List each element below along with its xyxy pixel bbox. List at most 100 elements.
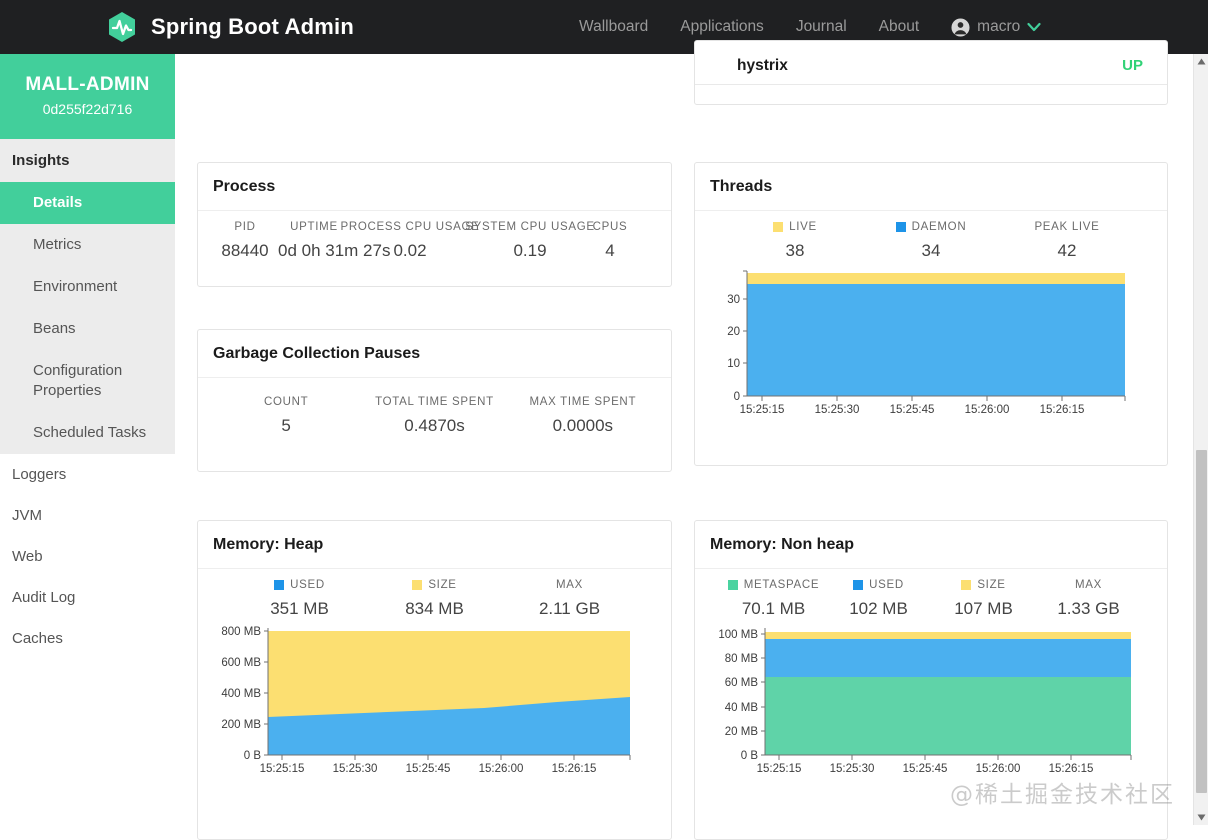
stat-value: 38 xyxy=(727,241,863,261)
memory-heap-card-title: Memory: Heap xyxy=(198,521,671,569)
svg-text:20 MB: 20 MB xyxy=(725,726,759,738)
svg-text:0: 0 xyxy=(734,391,740,403)
process-card-body: PID 88440 UPTIME 0d 0h 31m 27s PROCESS C… xyxy=(198,211,671,275)
stat-max: MAX 1.33 GB xyxy=(1036,579,1141,619)
stat-value: 0d 0h 31m 27s xyxy=(278,241,350,261)
stat-uptime: UPTIME 0d 0h 31m 27s xyxy=(278,221,350,261)
stat-max-time-spent: MAX TIME SPENT 0.0000s xyxy=(509,396,657,436)
stat-value: 42 xyxy=(999,241,1135,261)
sidebar-item-beans[interactable]: Beans xyxy=(0,308,175,350)
stat-used: USED 102 MB xyxy=(826,579,931,619)
stat-label: PROCESS CPU USAGE xyxy=(350,221,470,233)
legend-swatch-used xyxy=(853,580,863,590)
sidebar-item-configuration-properties[interactable]: Configuration Properties xyxy=(0,350,128,412)
stat-label: LIVE xyxy=(727,221,863,233)
legend-swatch-size xyxy=(412,580,422,590)
nonheap-chart-svg: 100 MB 80 MB 60 MB 40 MB 20 MB 0 B 15:25… xyxy=(703,625,1149,775)
threads-chart: 30 20 10 0 15:25:15 15:25:30 15:25:45 15… xyxy=(709,267,1153,415)
legend-swatch-metaspace xyxy=(728,580,738,590)
stat-value: 107 MB xyxy=(931,599,1036,619)
sidebar-item-metrics[interactable]: Metrics xyxy=(0,224,175,266)
stat-label: SIZE xyxy=(367,579,502,591)
sidebar-group-title: Insights xyxy=(0,139,175,182)
sidebar-item-audit-log[interactable]: Audit Log xyxy=(0,577,175,618)
svg-text:15:25:15: 15:25:15 xyxy=(757,763,802,775)
scrollbar-thumb[interactable] xyxy=(1196,450,1207,793)
memory-nonheap-card-title: Memory: Non heap xyxy=(695,521,1167,569)
process-card-title: Process xyxy=(198,163,671,211)
scroll-up-arrow-icon[interactable] xyxy=(1194,54,1208,69)
threads-chart-yticks: 30 20 10 0 xyxy=(727,294,740,403)
sidebar-item-environment[interactable]: Environment xyxy=(0,266,175,308)
sidebar-item-details[interactable]: Details xyxy=(0,182,175,224)
stat-used: USED 351 MB xyxy=(232,579,367,619)
process-card: Process PID 88440 UPTIME 0d 0h 31m 27s P… xyxy=(197,162,672,287)
stat-max: MAX 2.11 GB xyxy=(502,579,637,619)
sidebar-item-web[interactable]: Web xyxy=(0,536,175,577)
svg-text:15:25:30: 15:25:30 xyxy=(333,763,378,775)
stat-value: 0.0000s xyxy=(509,416,657,436)
brand[interactable]: Spring Boot Admin xyxy=(105,10,354,44)
svg-text:0 B: 0 B xyxy=(741,750,759,762)
stat-count: COUNT 5 xyxy=(212,396,360,436)
brand-title: Spring Boot Admin xyxy=(151,14,354,40)
hystrix-row[interactable]: hystrix UP xyxy=(695,57,1167,85)
legend-swatch-used xyxy=(274,580,284,590)
stat-size: SIZE 107 MB xyxy=(931,579,1036,619)
stat-label: CPUS xyxy=(590,221,630,233)
stat-peak-live: PEAK LIVE 42 xyxy=(999,221,1135,261)
chevron-down-icon[interactable] xyxy=(1027,22,1041,32)
main-content: hystrix UP Process PID 88440 UPTIME 0d 0… xyxy=(175,54,1193,825)
stat-value: 834 MB xyxy=(367,599,502,619)
threads-chart-svg: 30 20 10 0 15:25:15 15:25:30 15:25:45 15… xyxy=(709,267,1149,415)
sidebar: MALL-ADMIN 0d255f22d716 Insights Details… xyxy=(0,54,175,825)
stat-label: METASPACE xyxy=(721,579,826,591)
svg-text:15:25:45: 15:25:45 xyxy=(890,404,935,415)
vertical-scrollbar[interactable] xyxy=(1193,54,1208,825)
heap-chart: 800 MB 600 MB 400 MB 200 MB 0 B 15:25:15… xyxy=(200,625,652,775)
threads-card-title: Threads xyxy=(695,163,1167,211)
sidebar-app-header: MALL-ADMIN 0d255f22d716 xyxy=(0,54,175,139)
nav-link-journal[interactable]: Journal xyxy=(796,18,847,36)
gc-card-title: Garbage Collection Pauses xyxy=(198,330,671,378)
stat-value: 102 MB xyxy=(826,599,931,619)
heartbeat-hexagon-icon xyxy=(105,10,139,44)
stat-value: 0.02 xyxy=(350,241,470,261)
svg-text:15:25:15: 15:25:15 xyxy=(740,404,785,415)
svg-text:15:26:15: 15:26:15 xyxy=(1040,404,1085,415)
sidebar-item-jvm[interactable]: JVM xyxy=(0,495,175,536)
svg-text:80 MB: 80 MB xyxy=(725,653,759,665)
stat-process-cpu-usage: PROCESS CPU USAGE 0.02 xyxy=(350,221,470,261)
stat-daemon: DAEMON 34 xyxy=(863,221,999,261)
threads-stats: LIVE 38 DAEMON 34 PEAK LIVE 42 xyxy=(709,221,1153,261)
memory-heap-card: Memory: Heap USED 351 MB SIZE 834 MB xyxy=(197,520,672,840)
nonheap-chart-xticks: 15:25:15 15:25:30 15:25:45 15:26:00 15:2… xyxy=(757,763,1094,775)
sidebar-item-caches[interactable]: Caches xyxy=(0,618,175,659)
stat-system-cpu-usage: SYSTEM CPU USAGE 0.19 xyxy=(470,221,590,261)
user-name: macro xyxy=(977,18,1020,36)
stat-label: TOTAL TIME SPENT xyxy=(360,396,508,408)
svg-text:60 MB: 60 MB xyxy=(725,677,759,689)
user-circle-icon xyxy=(951,18,970,37)
svg-text:0 B: 0 B xyxy=(244,750,262,762)
nav-link-applications[interactable]: Applications xyxy=(680,18,764,36)
stat-size: SIZE 834 MB xyxy=(367,579,502,619)
stat-value: 70.1 MB xyxy=(721,599,826,619)
stat-label-text: USED xyxy=(290,579,325,591)
sidebar-item-loggers[interactable]: Loggers xyxy=(0,454,175,495)
nav-link-wallboard[interactable]: Wallboard xyxy=(579,18,648,36)
threads-chart-xticks: 15:25:15 15:25:30 15:25:45 15:26:00 15:2… xyxy=(740,404,1085,415)
memory-nonheap-card: Memory: Non heap METASPACE 70.1 MB USED … xyxy=(694,520,1168,840)
stat-value: 88440 xyxy=(212,241,278,261)
threads-chart-areas xyxy=(747,273,1125,396)
heap-chart-svg: 800 MB 600 MB 400 MB 200 MB 0 B 15:25:15… xyxy=(200,625,652,775)
stat-live: LIVE 38 xyxy=(727,221,863,261)
stat-label: DAEMON xyxy=(863,221,999,233)
scroll-down-arrow-icon[interactable] xyxy=(1194,810,1208,825)
nav-link-about[interactable]: About xyxy=(879,18,920,36)
memory-heap-card-body: USED 351 MB SIZE 834 MB MAX 2.11 GB xyxy=(198,569,671,789)
svg-text:40 MB: 40 MB xyxy=(725,702,759,714)
user-menu[interactable]: macro xyxy=(951,18,1041,37)
svg-text:15:26:00: 15:26:00 xyxy=(965,404,1010,415)
sidebar-item-scheduled-tasks[interactable]: Scheduled Tasks xyxy=(0,412,175,454)
